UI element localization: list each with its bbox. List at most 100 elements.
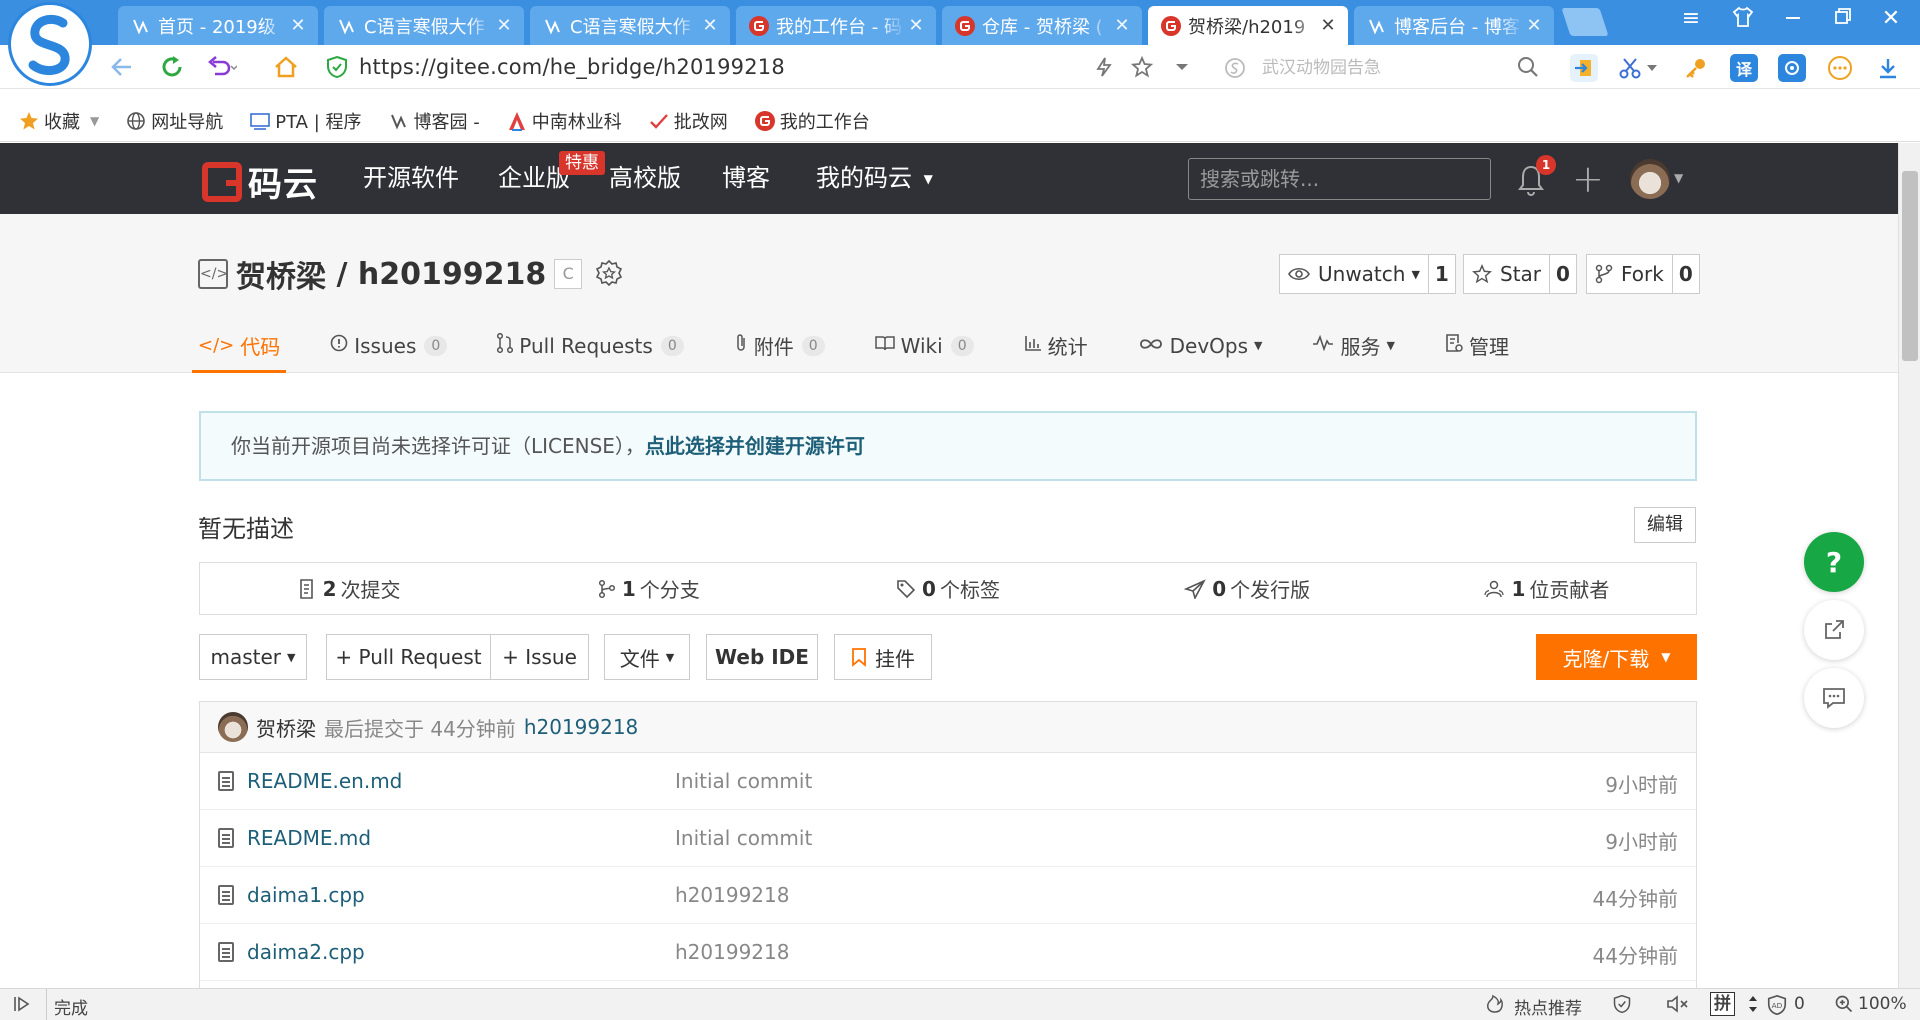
magnifier-icon[interactable] (1512, 51, 1544, 83)
stat-contributors[interactable]: 1 位贡献者 (1397, 563, 1696, 614)
zoom-level[interactable]: 100% (1858, 994, 1907, 1014)
new-pull-request-button[interactable]: + Pull Request (326, 634, 491, 680)
bookmark-star-icon[interactable] (1126, 51, 1158, 83)
close-window-icon[interactable]: ✕ (1874, 6, 1908, 31)
file-row[interactable]: daima2.cpp h20199218 44分钟前 (200, 924, 1696, 981)
browser-tab-3[interactable]: C语言寒假大作 ✕ (530, 6, 730, 45)
close-icon[interactable]: ✕ (288, 15, 308, 36)
stat-releases[interactable]: 0 个发行版 (1098, 563, 1397, 614)
bookmark-workspace[interactable]: 我的工作台 (754, 108, 870, 134)
home-icon[interactable] (270, 51, 302, 83)
hot-recommend-icon[interactable] (1484, 994, 1506, 1019)
minimize-window-icon[interactable] (1776, 6, 1810, 32)
avatar[interactable] (218, 712, 248, 742)
help-button[interactable]: ? (1804, 532, 1864, 592)
refresh-icon[interactable] (156, 51, 188, 83)
repo-owner-link[interactable]: 贺桥梁 (236, 252, 326, 296)
tab-statistics[interactable]: 统计 (1024, 318, 1088, 373)
chevron-down-icon[interactable]: ▼ (1674, 171, 1683, 185)
plus-icon[interactable]: + (1572, 157, 1604, 201)
key-icon[interactable] (1682, 54, 1710, 82)
file-commit-message[interactable]: Initial commit (675, 769, 812, 793)
updown-icon[interactable] (1748, 994, 1758, 1019)
close-icon[interactable]: ✕ (494, 15, 514, 36)
nav-blog[interactable]: 博客 (722, 143, 770, 214)
scrollbar-thumb[interactable] (1902, 171, 1918, 361)
file-row[interactable]: README.en.md Initial commit 9小时前 (200, 753, 1696, 810)
star-count[interactable]: 0 (1549, 255, 1576, 293)
clone-download-button[interactable]: 克隆/下载 ▼ (1536, 634, 1697, 680)
tab-manage[interactable]: 管理 (1445, 318, 1509, 373)
star-button[interactable]: Star 0 (1463, 254, 1577, 294)
browser-tab-4[interactable]: 我的工作台 - 码 ✕ (736, 6, 936, 45)
commit-message-link[interactable]: h20199218 (524, 715, 638, 739)
file-commit-message[interactable]: h20199218 (675, 883, 789, 907)
mute-icon[interactable] (1666, 994, 1690, 1019)
page-scrollbar[interactable] (1898, 143, 1920, 988)
nav-open-source[interactable]: 开源软件 (363, 143, 459, 214)
tab-attachments[interactable]: 附件 0 (734, 318, 825, 373)
scissors-icon[interactable] (1616, 54, 1644, 82)
nav-university[interactable]: 高校版 (609, 143, 681, 214)
back-arrow-icon[interactable] (106, 51, 138, 83)
stat-tags[interactable]: 0 个标签 (798, 563, 1097, 614)
ime-pinyin-indicator[interactable]: 拼 (1710, 992, 1735, 1016)
tab-code[interactable]: </> 代码 (191, 318, 287, 373)
bookmark-cnblogs[interactable]: 博客园 - (388, 108, 480, 134)
skin-icon[interactable] (1726, 6, 1760, 34)
file-commit-message[interactable]: h20199218 (675, 940, 789, 964)
file-name-link[interactable]: README.md (247, 826, 371, 850)
scissors-dropdown-icon[interactable] (1644, 54, 1660, 82)
stat-commits[interactable]: 2 次提交 (200, 563, 499, 614)
browser-tab-1[interactable]: 首页 - 2019级 ✕ (118, 6, 318, 45)
edit-description-button[interactable]: 编辑 (1634, 507, 1696, 543)
new-tab-button[interactable] (1561, 8, 1609, 36)
close-icon[interactable]: ✕ (1112, 15, 1132, 36)
nav-my-gitee[interactable]: 我的码云 ▼ (816, 143, 933, 214)
file-menu-button[interactable]: 文件 ▼ (604, 634, 690, 680)
tab-services[interactable]: 服务 ▼ (1312, 318, 1395, 373)
translate-icon[interactable]: 译 (1730, 54, 1758, 82)
fork-count[interactable]: 0 (1671, 255, 1699, 293)
commit-author[interactable]: 贺桥梁 (256, 713, 316, 742)
search-input[interactable]: 武汉动物园告急 (1262, 53, 1532, 83)
hot-recommend-link[interactable]: 热点推荐 (1514, 994, 1582, 1019)
browser-tab-2[interactable]: C语言寒假大作 ✕ (324, 6, 524, 45)
bookmark-favorites[interactable]: 收藏 ▼ (18, 108, 99, 134)
file-row[interactable]: README.md Initial commit 9小时前 (200, 810, 1696, 867)
sogou-browser-logo[interactable] (8, 2, 92, 86)
screenshot-icon[interactable] (1778, 54, 1806, 82)
file-name-link[interactable]: daima2.cpp (247, 940, 365, 964)
recommend-badge-icon[interactable] (594, 259, 624, 289)
zoom-icon[interactable] (1834, 994, 1854, 1019)
repo-name-link[interactable]: h20199218 (358, 257, 546, 292)
file-name-link[interactable]: README.en.md (247, 769, 402, 793)
browser-tab-5[interactable]: 仓库 - 贺桥梁 ( ✕ (942, 6, 1142, 45)
dropdown-arrow-icon[interactable] (1166, 51, 1198, 83)
new-issue-button[interactable]: + Issue (490, 634, 589, 680)
bookmark-pigai[interactable]: 批改网 (648, 108, 728, 134)
create-license-link[interactable]: 点此选择并创建开源许可 (645, 434, 865, 458)
tab-issues[interactable]: Issues 0 (330, 318, 448, 373)
restore-window-icon[interactable] (1826, 6, 1860, 32)
download-icon[interactable] (1874, 54, 1902, 82)
undo-close-tab-icon[interactable] (206, 51, 238, 83)
gitee-logo[interactable]: 码云 (202, 157, 318, 206)
bookmark-nav[interactable]: 网址导航 (125, 108, 223, 134)
bookmark-pta[interactable]: PTA | 程序 (249, 108, 362, 134)
tab-pull-requests[interactable]: Pull Requests 0 (497, 318, 684, 373)
close-icon[interactable]: ✕ (700, 15, 720, 36)
tab-wiki[interactable]: Wiki 0 (874, 318, 974, 373)
bookmark-csuft[interactable]: 中南林业科 (506, 108, 622, 134)
close-icon[interactable]: ✕ (1524, 15, 1544, 36)
chevron-down-icon[interactable]: ▼ (90, 114, 99, 128)
avatar[interactable] (1630, 159, 1670, 199)
file-commit-message[interactable]: Initial commit (675, 826, 812, 850)
fork-button[interactable]: Fork 0 (1586, 254, 1700, 294)
watch-count[interactable]: 1 (1427, 255, 1455, 293)
ad-block-icon[interactable]: AD (1766, 994, 1788, 1020)
close-icon[interactable]: ✕ (1318, 15, 1338, 36)
menu-icon[interactable]: ≡ (1674, 6, 1708, 31)
security-shield-icon[interactable] (1612, 994, 1632, 1019)
tab-devops[interactable]: DevOps ▼ (1138, 318, 1262, 373)
